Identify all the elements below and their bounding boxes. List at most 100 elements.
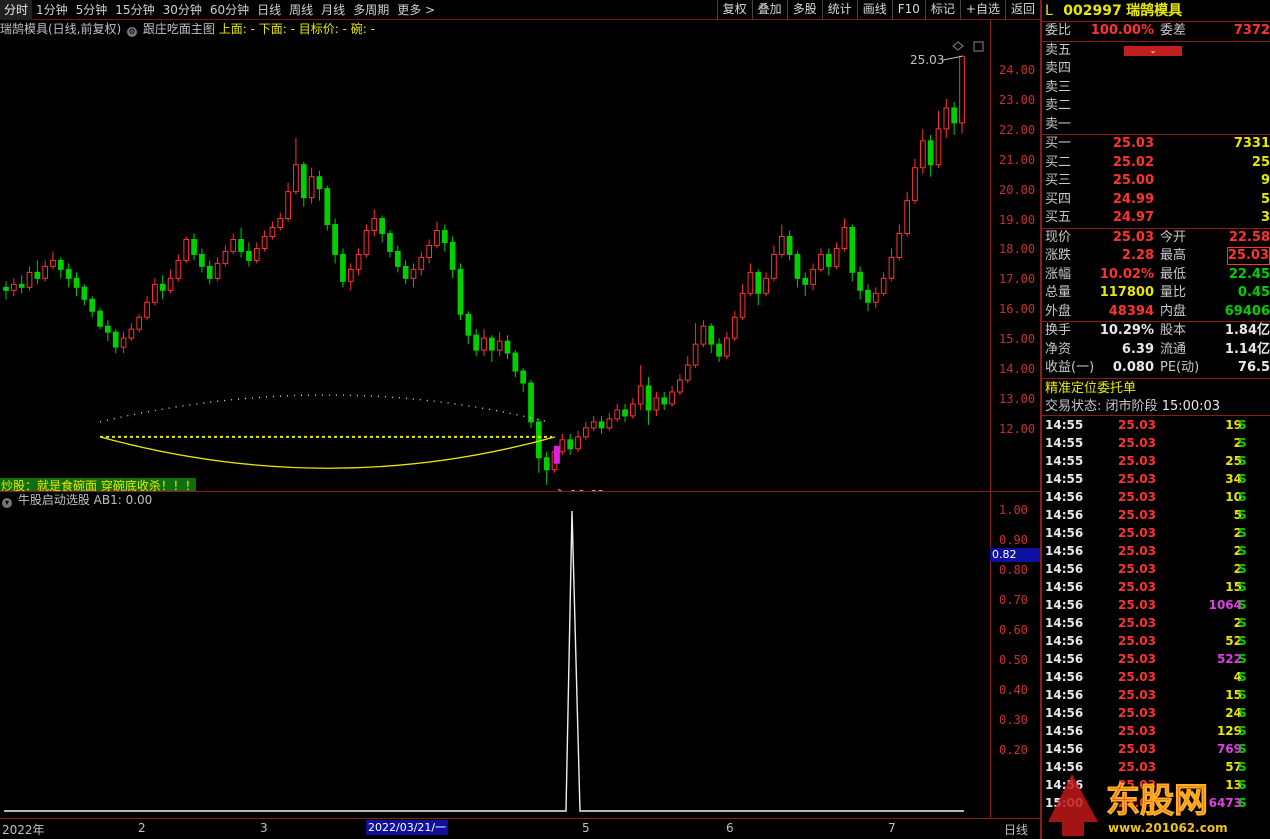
indicator-chart[interactable] xyxy=(0,492,990,818)
period-tab[interactable]: 月线 xyxy=(317,0,349,20)
candle-body xyxy=(606,418,613,429)
tick-row: 14:56 25.03 2 S xyxy=(1042,542,1270,560)
candle-body xyxy=(692,343,699,366)
indicator-settings-icon[interactable]: ⚙ xyxy=(127,27,138,37)
candle-body xyxy=(810,268,816,285)
candle-body xyxy=(230,238,237,252)
toolbar-button[interactable]: 标记 xyxy=(924,0,960,20)
quote-label: 换手 xyxy=(1045,323,1072,338)
tick-time: 14:56 xyxy=(1045,723,1084,738)
date-tick-label: 3 xyxy=(260,821,268,835)
trade-state-value: 闭市阶段 xyxy=(1105,398,1158,414)
date-tick-label: 2022年 xyxy=(2,823,45,837)
sell-level-row[interactable]: 卖三 xyxy=(1042,79,1270,98)
period-tab[interactable]: 1分钟 xyxy=(32,0,72,20)
tick-direction: S xyxy=(1238,525,1247,540)
date-cursor-label: 2022/03/21/一 xyxy=(366,820,449,835)
period-tab[interactable]: 日线 xyxy=(253,0,285,20)
buy-level-row[interactable]: 买一 25.03 7331 xyxy=(1042,135,1270,154)
candle-body xyxy=(159,283,166,291)
tick-price: 25.03 xyxy=(1118,723,1156,738)
tick-price: 25.03 xyxy=(1118,507,1156,522)
indicator-tick-label: 0.70 xyxy=(999,593,1028,607)
toolbar-button[interactable]: 画线 xyxy=(856,0,892,20)
tick-direction: S xyxy=(1238,759,1247,774)
period-tab[interactable]: 5分钟 xyxy=(72,0,112,20)
indicator-toggle-icon[interactable]: ▾ xyxy=(2,498,12,508)
buy-level-label: 买二 xyxy=(1045,154,1072,170)
tick-list[interactable]: 14:55 25.03 19 S 14:55 25.03 2 S 14:55 25.03 25 S 14… xyxy=(1042,416,1270,812)
quote-row: 净资 6.39 流通 1.14亿 xyxy=(1042,341,1270,360)
candle-body xyxy=(175,259,182,279)
quote-label: 量比 xyxy=(1160,285,1187,300)
buy-level-row[interactable]: 买五 24.97 3 xyxy=(1042,209,1270,228)
toolbar-button[interactable]: 叠加 xyxy=(751,0,787,20)
precise-order-link[interactable]: 精准定位委托单 xyxy=(1042,377,1270,397)
tick-price: 25.03 xyxy=(1118,759,1156,774)
weicha-label: 委差 xyxy=(1160,23,1187,38)
buy-level-row[interactable]: 买四 24.99 5 xyxy=(1042,191,1270,210)
window-toggle-icon xyxy=(973,41,984,52)
buy-level-row[interactable]: 买三 25.00 9 xyxy=(1042,172,1270,191)
toolbar-button[interactable]: 复权 xyxy=(716,0,752,20)
price-tick-label: 17.00 xyxy=(999,272,1036,287)
candle-body xyxy=(739,292,746,318)
candle-body xyxy=(152,283,158,303)
toolbar-button[interactable]: 多股 xyxy=(786,0,822,20)
candle-body xyxy=(630,403,636,417)
candle-body xyxy=(97,310,103,327)
buy-level-price: 24.97 xyxy=(1112,210,1154,225)
sell-level-row[interactable]: 卖五 xyxy=(1042,42,1270,61)
quote-row: 外盘 48394 内盘 69406 xyxy=(1042,303,1270,322)
indicator-name[interactable]: 跟庄吃面主图 xyxy=(143,22,215,36)
tick-time: 14:55 xyxy=(1045,435,1084,450)
toolbar-button[interactable]: 返回 xyxy=(1004,0,1040,20)
period-tab[interactable]: 60分钟 xyxy=(206,0,253,20)
chart-tool-buttons: 复权 叠加 多股 统计 画线 F10 标记 +自选 返回 xyxy=(716,0,1040,20)
tick-direction: S xyxy=(1238,723,1247,738)
period-tab[interactable]: 分时 xyxy=(0,0,33,20)
finance-stats: 换手 10.29% 股本 1.84亿 净资 6.39 流通 1.14亿 收益(一) 0.080 PE… xyxy=(1042,321,1270,378)
toolbar-button[interactable]: F10 xyxy=(891,0,925,20)
period-toolbar: 分时 1分钟 5分钟 15分钟 30分钟 60分钟 日线 周线 月线 多周期 更多 > 复权 叠加 多股… xyxy=(0,0,1040,20)
tick-direction: S xyxy=(1238,615,1247,630)
quote-label: 现价 xyxy=(1045,229,1072,245)
quote-label: 涨跌 xyxy=(1045,248,1072,263)
period-tabs: 分时 1分钟 5分钟 15分钟 30分钟 60分钟 日线 周线 月线 多周期 更多 > xyxy=(0,0,439,20)
candle-body xyxy=(919,140,926,169)
period-tab[interactable]: 30分钟 xyxy=(159,0,206,20)
candlestick-chart[interactable]: 25.0310.68炒股：就是食碗面 穿碗底收杀！！！跌财$榜涨 xyxy=(0,37,990,491)
candle-body xyxy=(653,397,660,411)
candle-body xyxy=(818,253,824,270)
tick-price: 25.03 xyxy=(1118,489,1156,504)
buy-level-price: 25.00 xyxy=(1112,173,1154,188)
candle-body xyxy=(34,271,41,279)
candle-body xyxy=(105,325,111,333)
tick-row: 14:56 25.03 13 S xyxy=(1042,776,1270,794)
quote-stats: 现价 25.03 今开 22.58 涨跌 2.28 最高 25.03 涨幅 10.02% 最低 22.… xyxy=(1042,227,1270,322)
tick-volume: 6473 xyxy=(1208,795,1242,810)
period-tab[interactable]: 15分钟 xyxy=(111,0,158,20)
toolbar-button[interactable]: 统计 xyxy=(821,0,857,20)
buy-level-row[interactable]: 买二 25.02 25 xyxy=(1042,154,1270,173)
price-tick-label: 21.00 xyxy=(999,152,1036,167)
tick-row: 14:56 25.03 15 S xyxy=(1042,686,1270,704)
sell-level-row[interactable]: 卖二 xyxy=(1042,97,1270,116)
period-tab[interactable]: 周线 xyxy=(285,0,317,20)
candle-body xyxy=(959,55,965,124)
toolbar-button[interactable]: +自选 xyxy=(959,0,1005,20)
buy-level-price: 24.99 xyxy=(1112,191,1154,207)
quote-value: 48394 xyxy=(1108,303,1154,319)
candle-body xyxy=(340,253,346,282)
weibi-label: 委比 xyxy=(1045,23,1072,38)
sell-level-row[interactable]: 卖四 xyxy=(1042,60,1270,79)
tick-time: 14:56 xyxy=(1045,687,1084,702)
period-tab[interactable]: 更多 > xyxy=(393,0,439,20)
candle-body xyxy=(488,337,495,351)
candle-body xyxy=(65,268,72,279)
quote-row: 涨幅 10.02% 最低 22.45 xyxy=(1042,266,1270,285)
sell-level-row[interactable]: 卖一 xyxy=(1042,116,1270,135)
indicator-cursor-value: 0.82 xyxy=(990,548,1040,562)
period-tab[interactable]: 多周期 xyxy=(349,0,393,20)
candle-body xyxy=(763,277,769,294)
